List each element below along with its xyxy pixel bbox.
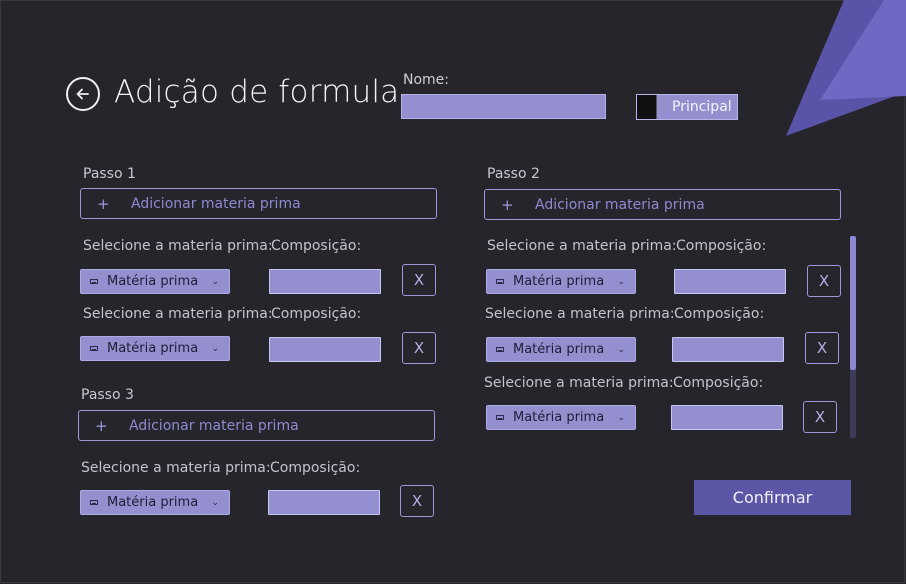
composition-input[interactable] [269,337,381,362]
chevron-down-icon: ⌄ [211,343,219,354]
composition-input[interactable] [672,337,784,362]
select-label: Selecione a materia prima: [83,306,273,322]
material-select[interactable]: Matéria prima ⌄ [80,269,230,294]
mail-icon [496,347,504,352]
composition-label: Composição: [674,306,765,322]
composition-label: Composição: [271,238,362,254]
mail-icon [496,279,504,284]
material-select[interactable]: Matéria prima ⌄ [486,269,636,294]
mail-icon [496,415,504,420]
step-3-title: Passo 3 [81,387,134,403]
step-2-add-button[interactable]: + Adicionar materia prima [484,189,841,220]
name-label: Nome: [403,72,450,88]
composition-label: Composição: [676,238,767,254]
composition-label: Composição: [270,460,361,476]
add-button-label: Adicionar materia prima [129,417,299,434]
material-select[interactable]: Matéria prima ⌄ [80,490,230,515]
mail-icon [90,500,98,505]
material-select-value: Matéria prima [513,410,605,425]
page-title: Adição de formula [114,74,400,110]
remove-button[interactable]: X [402,264,436,296]
step-1-add-button[interactable]: + Adicionar materia prima [80,188,437,219]
composition-input[interactable] [268,490,380,515]
material-select[interactable]: Matéria prima ⌄ [486,405,636,430]
add-button-label: Adicionar materia prima [535,196,705,213]
remove-button[interactable]: X [803,401,837,433]
select-label: Selecione a materia prima: [83,238,273,254]
scrollbar-thumb[interactable] [850,236,856,370]
confirm-button[interactable]: Confirmar [694,480,851,515]
material-select-value: Matéria prima [107,274,199,289]
step-1-title: Passo 1 [83,166,136,182]
plus-icon: + [97,194,110,213]
composition-input[interactable] [671,405,783,430]
toggle-knob [637,95,657,119]
chevron-down-icon: ⌄ [617,412,625,423]
composition-label: Composição: [673,375,764,391]
select-label: Selecione a materia prima: [485,306,675,322]
select-label: Selecione a materia prima: [487,238,677,254]
material-select[interactable]: Matéria prima ⌄ [80,336,230,361]
toggle-label: Principal [672,99,732,115]
select-label: Selecione a materia prima: [81,460,271,476]
mail-icon [90,346,98,351]
composition-label: Composição: [271,306,362,322]
plus-icon: + [95,416,108,435]
chevron-down-icon: ⌄ [211,276,219,287]
remove-button[interactable]: X [400,485,434,517]
decorative-triangles [786,0,906,136]
step-2-title: Passo 2 [487,166,540,182]
mail-icon [90,279,98,284]
material-select-value: Matéria prima [513,274,605,289]
arrow-left-icon [76,88,89,100]
composition-input[interactable] [674,269,786,294]
plus-icon: + [501,195,514,214]
chevron-down-icon: ⌄ [211,497,219,508]
principal-toggle[interactable]: Principal [636,94,738,120]
remove-button[interactable]: X [402,332,436,364]
back-button[interactable] [66,77,100,111]
remove-button[interactable]: X [807,265,841,297]
remove-button[interactable]: X [805,332,839,364]
step-2-scrollbar[interactable] [850,236,856,438]
material-select-value: Matéria prima [107,495,199,510]
chevron-down-icon: ⌄ [617,344,625,355]
add-button-label: Adicionar materia prima [131,195,301,212]
material-select-value: Matéria prima [107,341,199,356]
chevron-down-icon: ⌄ [617,276,625,287]
material-select[interactable]: Matéria prima ⌄ [486,337,636,362]
step-3-add-button[interactable]: + Adicionar materia prima [78,410,435,441]
composition-input[interactable] [269,269,381,294]
name-input[interactable] [401,94,606,119]
select-label: Selecione a materia prima: [484,375,674,391]
material-select-value: Matéria prima [513,342,605,357]
